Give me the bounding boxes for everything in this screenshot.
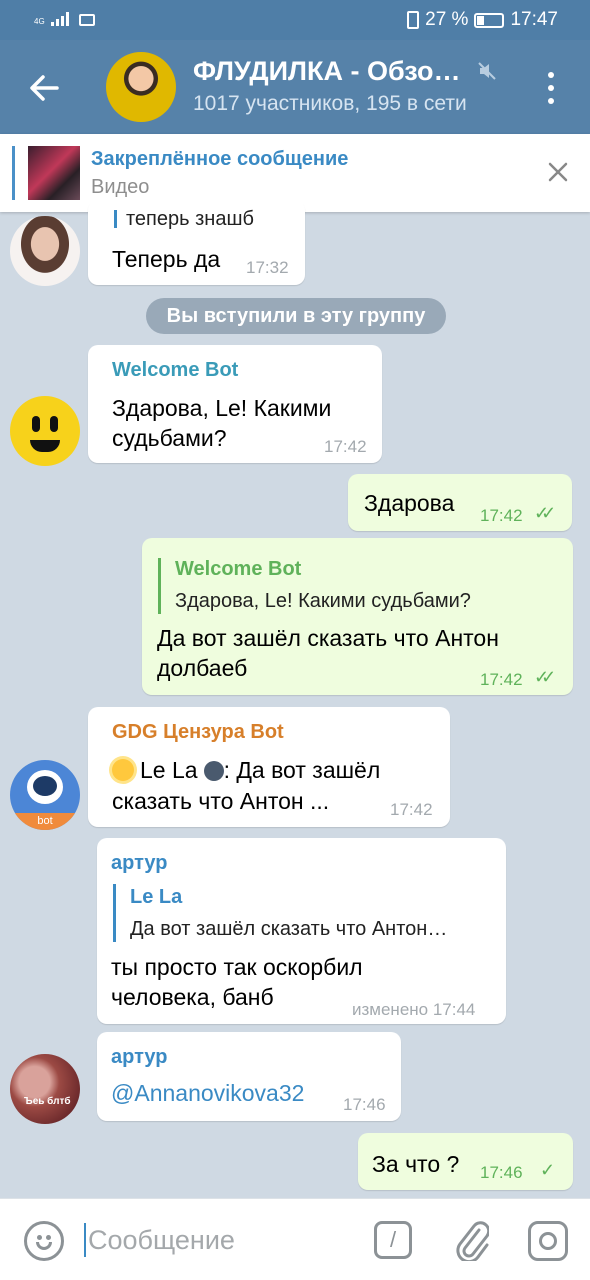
message-text: человека, банб [111, 984, 274, 1010]
message-time: 17:42 [390, 800, 433, 819]
message-bubble[interactable]: Welcome Bot Здарова, Le! Какими судьбами… [88, 345, 382, 463]
message-bubble[interactable]: Welcome Bot Здарова, Le! Какими судьбами… [142, 538, 573, 695]
service-message: Вы вступили в эту группу [146, 298, 446, 334]
chat-avatar[interactable] [106, 52, 176, 122]
message-bubble[interactable]: артур Le La Да вот зашёл сказать что Ант… [97, 838, 506, 1024]
message-text: Здарова, Le! Какими [112, 395, 332, 421]
pinned-accent-bar [12, 146, 15, 200]
message-text: сказать что Антон ... [112, 788, 330, 814]
speaking-head-emoji-icon [203, 761, 224, 781]
mention-name: Le La [140, 757, 198, 783]
reply-text: Здарова, Le! Какими судьбами? [175, 590, 471, 612]
message-text: Теперь да [112, 246, 221, 272]
chat-header: ФЛУДИЛКА - Обзо… 1017 участников, 195 в … [0, 40, 590, 134]
sun-emoji-icon [112, 759, 134, 781]
avatar[interactable] [10, 216, 80, 286]
chat-title[interactable]: ФЛУДИЛКА - Обзо… [193, 56, 461, 87]
message-bubble[interactable]: теперь знашб Теперь да 17:32 [88, 200, 305, 285]
message-bubble[interactable]: Здарова 17:42 ✓✓ [348, 474, 572, 531]
text-cursor [84, 1223, 86, 1257]
reply-accent-bar [114, 210, 117, 228]
chat-subtitle: 1017 участников, 195 в сети [193, 92, 467, 115]
pinned-video-thumbnail [28, 146, 80, 200]
mute-icon [478, 62, 496, 85]
pinned-title: Закреплённое сообщение [91, 148, 349, 170]
reply-accent-bar [158, 558, 161, 614]
message-bubble[interactable]: GDG Цензура Bot Le La : Да вот зашёл сказ… [88, 707, 450, 827]
message-time: 17:42 [324, 437, 367, 456]
status-right: 27 % 17:47 [407, 9, 558, 31]
network-type: 4G [34, 17, 45, 26]
message-time: 17:32 [246, 258, 289, 277]
reply-name: Welcome Bot [175, 558, 302, 580]
reply-text: Да вот зашёл сказать что Антон… [130, 918, 448, 940]
more-vert-icon[interactable] [536, 68, 566, 108]
message-bubble[interactable]: артур @Annanovikova32 17:46 [97, 1032, 401, 1121]
camera-icon[interactable] [528, 1221, 568, 1261]
back-arrow-icon[interactable] [20, 64, 68, 112]
emoji-icon[interactable] [24, 1221, 64, 1261]
double-check-icon: ✓✓ [534, 503, 556, 523]
vibrate-icon [407, 11, 420, 29]
pinned-subtitle: Видео [91, 176, 150, 198]
sender-name[interactable]: артур [111, 1046, 167, 1069]
signal-icon [50, 12, 69, 26]
message-text-rest: : Да вот зашёл [223, 757, 381, 783]
check-icon: ✓ [540, 1160, 555, 1180]
reply-accent-bar [113, 884, 116, 942]
sender-name[interactable]: Welcome Bot [112, 359, 238, 382]
message-text: Здарова [364, 490, 455, 516]
battery-icon [474, 12, 505, 28]
message-time: 17:42 [480, 506, 523, 525]
avatar-label: bot [10, 813, 80, 830]
message-text: За что ? [372, 1151, 460, 1177]
close-icon[interactable] [540, 154, 576, 190]
double-check-icon: ✓✓ [534, 667, 556, 687]
avatar-label: Ъеь блтб [24, 1096, 71, 1107]
message-time: изменено 17:44 [352, 1000, 476, 1019]
sender-name[interactable]: GDG Цензура Bot [112, 721, 284, 744]
mention-link[interactable]: @Annanovikova32 [111, 1078, 304, 1108]
message-time: 17:46 [480, 1163, 523, 1182]
message-text: судьбами? [112, 425, 227, 451]
message-input[interactable] [88, 1223, 348, 1257]
avatar[interactable] [10, 396, 80, 466]
message-text: Le La : Да вот зашёл [112, 755, 380, 785]
clock: 17:47 [510, 9, 558, 30]
reply-text: теперь знашб [126, 208, 254, 230]
message-input-bar: / [0, 1198, 590, 1280]
battery-percent: 27 % [425, 9, 469, 30]
status-bar: 4G 27 % 17:47 [0, 0, 590, 40]
reply-name: Le La [130, 886, 183, 908]
message-text: ты просто так оскорбил [111, 954, 363, 980]
message-bubble[interactable]: За что ? 17:46 ✓ [358, 1133, 573, 1190]
paperclip-icon[interactable] [452, 1219, 492, 1263]
avatar[interactable]: bot [10, 760, 80, 830]
bot-command-icon[interactable]: / [374, 1221, 412, 1259]
message-time: 17:42 [480, 670, 523, 689]
message-time: 17:46 [343, 1095, 386, 1114]
sim-icon [78, 14, 95, 26]
status-left: 4G [34, 12, 95, 26]
message-text: Да вот зашёл сказать что Антон [157, 625, 499, 651]
avatar[interactable]: Ъеь блтб [10, 1054, 80, 1124]
message-text: долбаеб [157, 655, 248, 681]
sender-name[interactable]: артур [111, 852, 167, 875]
